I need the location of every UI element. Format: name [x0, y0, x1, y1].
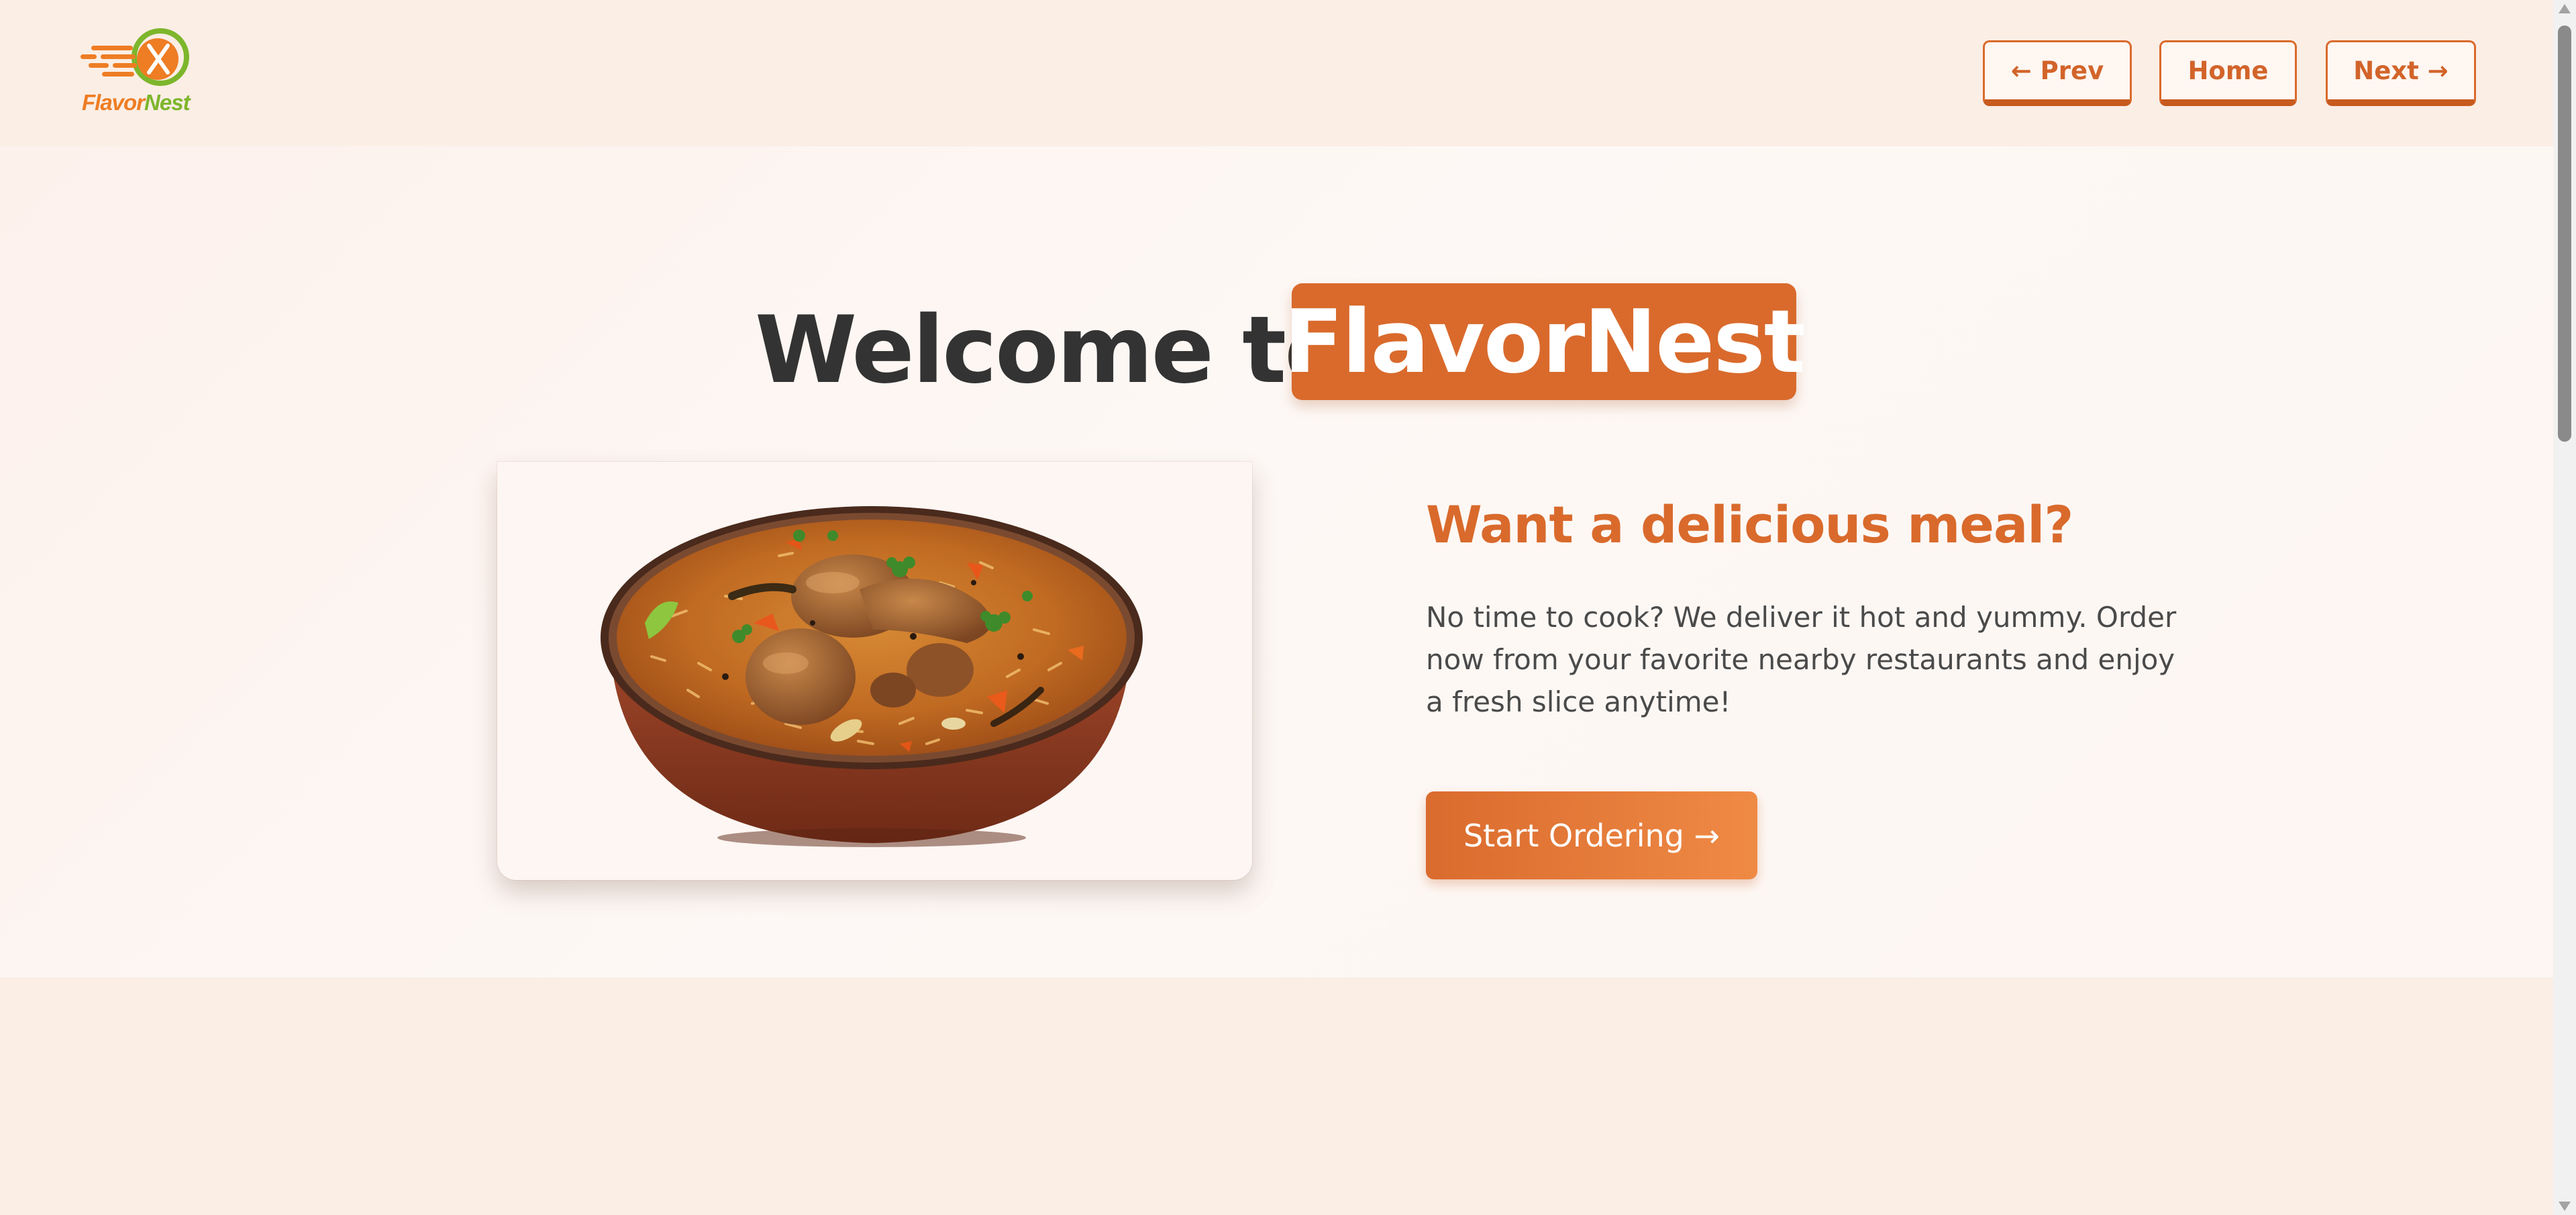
next-section	[0, 977, 2553, 1215]
page-scrollbar[interactable]	[2553, 0, 2576, 1215]
viewport: FlavorNest ← Prev Home Next → Welcome to…	[0, 0, 2553, 1215]
logo-wordmark-flavor: Flavor	[82, 90, 145, 115]
scrollbar-thumb[interactable]	[2558, 26, 2571, 442]
logo-mark-icon	[81, 28, 189, 86]
hero-description: No time to cook? We deliver it hot and y…	[1426, 601, 2177, 718]
brand-name: FlavorNest	[1284, 291, 1806, 393]
logo-wordmark-nest: Nest	[144, 90, 191, 115]
scroll-up-arrow-icon[interactable]	[2559, 4, 2571, 13]
hero-section: Welcome to FlavorNest Want a delicious m…	[0, 146, 2553, 977]
welcome-heading: Welcome to FlavorNest	[0, 281, 2553, 415]
logo-wordmark: FlavorNest	[82, 90, 191, 115]
biryani-bowl-image	[601, 506, 1143, 847]
flavornest-logo[interactable]: FlavorNest	[79, 26, 193, 119]
prev-button[interactable]: ← Prev	[1983, 40, 2132, 106]
hero-headline: Want a delicious meal?	[1426, 495, 2073, 554]
start-ordering-button[interactable]: Start Ordering →	[1426, 791, 1757, 879]
next-button[interactable]: Next →	[2326, 40, 2476, 106]
page: FlavorNest ← Prev Home Next → Welcome to…	[0, 0, 2576, 1215]
home-button[interactable]: Home	[2159, 40, 2297, 106]
scroll-down-arrow-icon[interactable]	[2559, 1202, 2571, 1211]
brand-highlight: FlavorNest	[1284, 283, 1806, 400]
food-image-card	[497, 462, 1252, 880]
welcome-prefix: Welcome to	[755, 296, 1348, 404]
site-header: FlavorNest ← Prev Home Next →	[0, 0, 2553, 146]
